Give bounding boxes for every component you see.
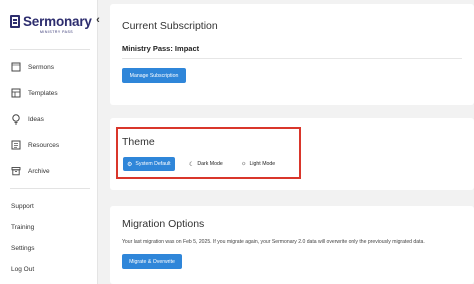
migration-title: Migration Options — [122, 218, 205, 230]
sidebar-item-resources[interactable]: Resources — [10, 138, 59, 152]
subscription-title: Current Subscription — [122, 20, 218, 32]
log-out-link[interactable]: Log Out — [11, 266, 34, 273]
lightbulb-icon — [10, 113, 22, 125]
theme-highlight-box — [116, 127, 301, 179]
sidebar-item-label: Resources — [28, 141, 60, 149]
resources-icon — [10, 139, 22, 151]
square-icon — [10, 61, 22, 73]
migrate-overwrite-button[interactable]: Migrate & Overwrite — [122, 254, 182, 269]
support-link[interactable]: Support — [11, 203, 34, 210]
sidebar-item-label: Archive — [28, 167, 50, 175]
chevron-left-icon[interactable]: ‹ — [92, 13, 104, 27]
migration-description: Your last migration was on Feb 5, 2025. … — [122, 239, 425, 245]
migration-card: Migration Options Your last migration wa… — [110, 206, 474, 284]
plan-divider — [122, 58, 462, 59]
plan-name: Ministry Pass: Impact — [122, 44, 200, 53]
settings-link[interactable]: Settings — [11, 245, 35, 252]
logo-text: Sermonary — [23, 14, 92, 29]
manage-subscription-button[interactable]: Manage Subscription — [122, 68, 186, 83]
sidebar-divider — [10, 188, 90, 189]
sidebar-item-archive[interactable]: Archive — [10, 164, 50, 178]
training-link[interactable]: Training — [11, 224, 34, 231]
sidebar: Sermonary MINISTRY PASS Sermons Template… — [0, 0, 98, 284]
logo-icon — [10, 15, 20, 28]
archive-icon — [10, 165, 22, 177]
sidebar-item-templates[interactable]: Templates — [10, 86, 58, 100]
logo[interactable]: Sermonary — [10, 14, 92, 29]
sidebar-item-label: Ideas — [28, 115, 44, 123]
sidebar-item-ideas[interactable]: Ideas — [10, 112, 44, 126]
template-icon — [10, 87, 22, 99]
sidebar-item-label: Templates — [28, 89, 58, 97]
logo-subtitle: MINISTRY PASS — [40, 30, 74, 34]
sidebar-divider — [10, 49, 90, 50]
sidebar-item-label: Sermons — [28, 63, 55, 71]
subscription-card: Current Subscription Ministry Pass: Impa… — [110, 4, 474, 105]
sidebar-item-sermons[interactable]: Sermons — [10, 60, 54, 74]
